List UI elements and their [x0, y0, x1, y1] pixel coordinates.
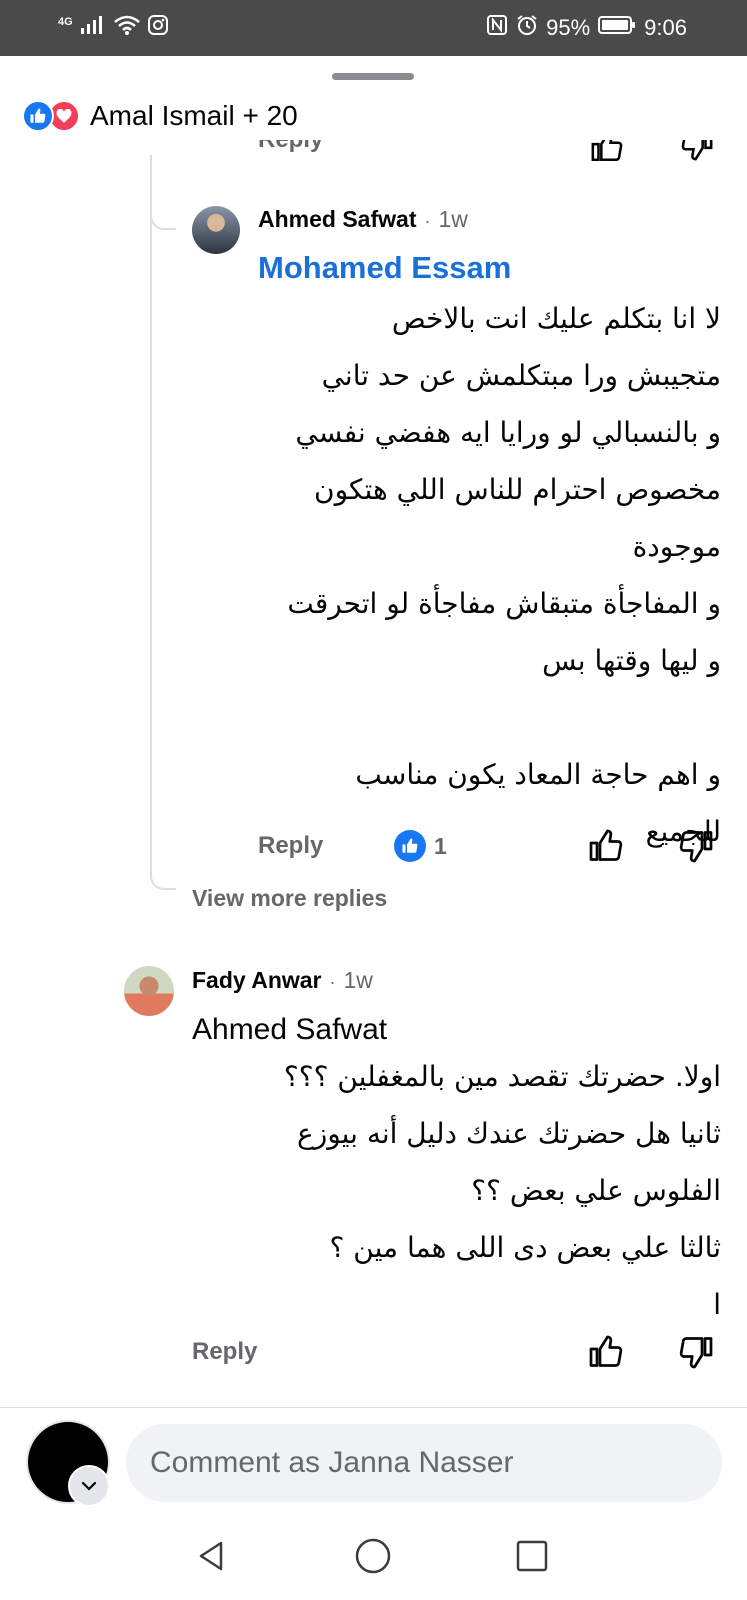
dislike-icon[interactable] [678, 1334, 714, 1370]
system-nav-bar [0, 1512, 747, 1600]
comment-timestamp[interactable]: 1w [344, 967, 373, 994]
status-left: 4G [58, 14, 169, 41]
status-bar: 4G 95% 9:06 [0, 0, 747, 56]
avatar[interactable] [124, 966, 174, 1016]
separator-dot: · [424, 211, 431, 231]
view-more-replies-link[interactable]: View more replies [192, 885, 387, 912]
reactions-summary[interactable]: Amal Ismail + 20 [22, 100, 298, 132]
comment-line: متجيبش ورا مبتكلمش عن حد تاني [321, 359, 721, 392]
network-type: 4G [58, 15, 73, 28]
reply-button[interactable]: Reply [258, 832, 323, 860]
thread-line [150, 155, 152, 875]
separator-dot: · [329, 972, 336, 992]
like-count-value: 1 [434, 832, 447, 859]
previous-dislike-icon[interactable] [680, 140, 714, 164]
comment-author[interactable]: Ahmed Safwat [258, 206, 416, 233]
comment-line: و المفاجأة متبقاش مفاجأة لو اتحرقت [287, 587, 721, 620]
mention-link[interactable]: Mohamed Essam [258, 250, 511, 286]
main-comment-body: اولا. حضرتك تقصد مين بالمغفلين ؟؟؟ ثانيا… [221, 1048, 721, 1333]
chevron-down-icon[interactable] [68, 1465, 110, 1507]
comment-line: و ليها وقتها بس [542, 644, 721, 677]
comment-line: ثانيا هل حضرتك عندك دليل أنه بيوزع [296, 1117, 721, 1150]
thread-connector [150, 200, 176, 230]
comment-line: ا [713, 1288, 721, 1321]
comment-author[interactable]: Fady Anwar [192, 967, 322, 994]
reply-button[interactable]: Reply [192, 1338, 257, 1366]
avatar[interactable] [192, 206, 240, 254]
divider [0, 1407, 747, 1408]
reaction-count[interactable]: 1 [394, 830, 447, 862]
like-icon [394, 830, 426, 862]
status-right: 95% 9:06 [486, 14, 687, 42]
dislike-icon[interactable] [678, 828, 714, 864]
comment-line: اولا. حضرتك تقصد مين بالمغفلين ؟؟؟ [283, 1060, 721, 1093]
reply-comment-actions: Reply 1 [0, 826, 747, 866]
like-icon[interactable] [588, 1334, 624, 1370]
comment-composer[interactable] [126, 1424, 722, 1502]
main-comment-header: Fady Anwar · 1w [192, 967, 373, 994]
reply-comment-header: Ahmed Safwat · 1w [258, 206, 468, 233]
previous-reply-button[interactable]: Reply [258, 140, 323, 154]
comment-line: و اهم حاجة المعاد يكون مناسب [355, 758, 721, 791]
back-icon[interactable] [192, 1536, 232, 1576]
battery-percent: 95% [546, 15, 591, 40]
tagged-name[interactable]: Ahmed Safwat [192, 1013, 387, 1047]
comment-line: ثالثا علي بعض دى اللى هما مين ؟ [329, 1231, 721, 1264]
sheet-drag-handle[interactable] [332, 73, 414, 80]
battery-icon [598, 14, 636, 42]
reactions-summary-text: Amal Ismail + 20 [90, 100, 298, 131]
comment-line [251, 689, 721, 746]
clipped-previous-actions: Reply [0, 140, 747, 164]
recents-icon[interactable] [512, 1536, 552, 1576]
comment-line: الفلوس علي بعض ؟؟ [471, 1174, 721, 1207]
nfc-icon [486, 14, 508, 42]
home-icon[interactable] [353, 1536, 393, 1576]
instagram-icon [147, 14, 169, 41]
like-icon[interactable] [588, 828, 624, 864]
wifi-icon [113, 14, 141, 41]
comment-timestamp[interactable]: 1w [438, 206, 467, 233]
comment-line: موجودة [632, 530, 721, 563]
comment-line: و بالنسبالي لو ورايا ايه هفضي نفسي [295, 416, 721, 449]
signal-icon [79, 14, 107, 41]
comment-line: مخصوص احترام للناس اللي هتكون [314, 473, 721, 506]
clock: 9:06 [644, 15, 687, 40]
comment-input[interactable] [126, 1424, 722, 1502]
main-comment-actions: Reply [0, 1332, 747, 1372]
alarm-icon [516, 14, 538, 42]
previous-like-icon[interactable] [590, 140, 624, 164]
like-icon [22, 100, 54, 132]
reply-comment-body: لا انا بتكلم عليك انت بالاخص متجيبش ورا … [251, 290, 721, 860]
comment-line: لا انا بتكلم عليك انت بالاخص [391, 302, 721, 335]
